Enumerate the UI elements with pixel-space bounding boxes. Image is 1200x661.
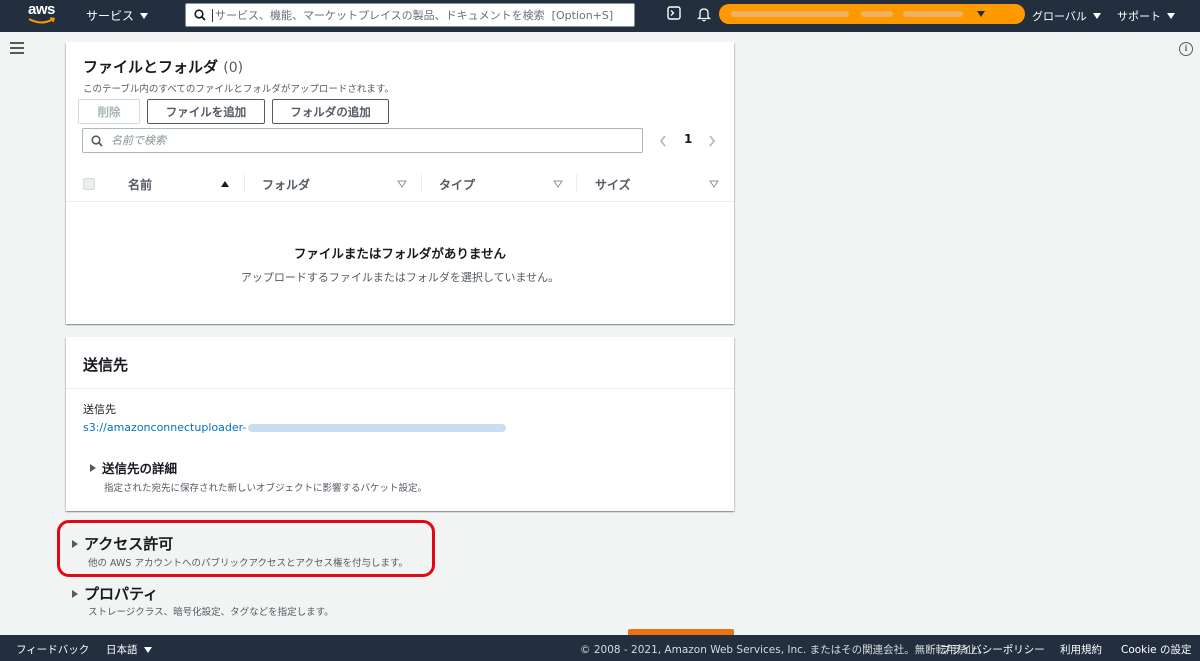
properties-description: ストレージクラス、暗号化設定、タグなどを指定します。 bbox=[88, 607, 334, 618]
search-icon bbox=[194, 9, 206, 21]
destination-details-label: 送信先の詳細 bbox=[102, 461, 178, 476]
column-divider bbox=[576, 174, 577, 192]
account-id-redacted bbox=[861, 11, 893, 17]
cloudshell-icon[interactable] bbox=[667, 6, 681, 20]
caret-right-icon bbox=[90, 463, 96, 472]
files-count: (0) bbox=[223, 60, 244, 76]
global-search[interactable] bbox=[185, 3, 635, 27]
bucket-id-redacted bbox=[248, 424, 507, 432]
services-menu-label: サービス bbox=[86, 9, 135, 23]
properties-expander[interactable]: プロパティ bbox=[72, 583, 158, 604]
destination-field-label: 送信先 bbox=[83, 403, 116, 416]
properties-title: プロパティ bbox=[84, 585, 159, 603]
destination-bucket-link-text: s3://amazonconnectuploader- bbox=[83, 421, 247, 434]
account-id-redacted bbox=[903, 11, 963, 17]
delete-button[interactable]: 削除 bbox=[78, 99, 140, 124]
top-navigation: aws サービス グローバル サポート bbox=[0, 0, 1200, 32]
column-header-folder[interactable]: フォルダ bbox=[262, 176, 310, 193]
sort-icon[interactable] bbox=[553, 180, 563, 188]
destination-title: 送信先 bbox=[83, 356, 129, 374]
terms-link[interactable]: 利用規約 bbox=[1060, 642, 1102, 657]
add-files-button[interactable]: ファイルを追加 bbox=[147, 99, 265, 124]
destination-header: 送信先 bbox=[66, 337, 734, 389]
account-menu[interactable] bbox=[719, 4, 1025, 24]
chevron-down-icon bbox=[143, 646, 152, 653]
search-icon bbox=[91, 134, 103, 147]
empty-state-description: アップロードするファイルまたはフォルダを選択していません。 bbox=[240, 271, 560, 284]
info-icon[interactable]: i bbox=[1179, 42, 1193, 56]
chevron-down-icon bbox=[140, 12, 149, 19]
files-panel-title-text: ファイルとフォルダ bbox=[83, 58, 219, 76]
sort-icon[interactable] bbox=[397, 180, 407, 188]
copyright-text: © 2008 - 2021, Amazon Web Services, Inc.… bbox=[580, 644, 989, 656]
region-menu-label: グローバル bbox=[1032, 10, 1087, 23]
add-folder-button[interactable]: フォルダの追加 bbox=[272, 99, 389, 124]
chevron-down-icon bbox=[1167, 13, 1175, 19]
footer: フィードバック 日本語 © 2008 - 2021, Amazon Web Se… bbox=[0, 635, 1200, 661]
account-name-redacted bbox=[731, 11, 849, 17]
caret-right-icon bbox=[72, 589, 78, 598]
sort-ascending-icon[interactable] bbox=[220, 180, 230, 188]
sort-icon[interactable] bbox=[709, 180, 719, 188]
global-search-input[interactable] bbox=[212, 8, 634, 22]
table-header: 名前 フォルダ タイプ サイズ bbox=[66, 166, 734, 202]
notification-bell-icon[interactable] bbox=[697, 6, 711, 22]
chevron-down-icon bbox=[1092, 13, 1101, 19]
page-number[interactable]: 1 bbox=[684, 132, 692, 146]
language-label: 日本語 bbox=[106, 644, 138, 656]
column-divider bbox=[244, 174, 245, 192]
cookie-settings-link[interactable]: Cookie の設定 bbox=[1121, 642, 1191, 657]
support-menu[interactable]: サポート bbox=[1117, 8, 1175, 24]
column-header-name[interactable]: 名前 bbox=[128, 176, 152, 193]
destination-bucket-link[interactable]: s3://amazonconnectuploader- bbox=[83, 421, 507, 434]
aws-logo[interactable]: aws bbox=[28, 2, 62, 28]
feedback-link[interactable]: フィードバック bbox=[16, 642, 89, 657]
column-divider bbox=[421, 174, 422, 192]
files-panel-title: ファイルとフォルダ (0) bbox=[83, 56, 243, 77]
region-menu[interactable]: グローバル bbox=[1032, 8, 1101, 24]
destination-details-description: 指定された宛先に保存された新しいオブジェクトに影響するバケット設定。 bbox=[104, 483, 428, 494]
filter-search[interactable] bbox=[82, 128, 643, 153]
language-selector[interactable]: 日本語 bbox=[106, 642, 152, 657]
services-menu[interactable]: サービス bbox=[86, 7, 149, 24]
destination-panel: 送信先 送信先 s3://amazonconnectuploader- 送信先の… bbox=[66, 337, 734, 511]
highlight-annotation bbox=[57, 520, 435, 577]
chevron-down-icon bbox=[977, 11, 985, 17]
privacy-policy-link[interactable]: プライバシーポリシー bbox=[940, 642, 1045, 657]
filter-search-input[interactable] bbox=[111, 134, 642, 147]
destination-details-expander[interactable]: 送信先の詳細 bbox=[90, 458, 177, 477]
chevron-left-icon[interactable] bbox=[658, 134, 668, 148]
chevron-right-icon[interactable] bbox=[707, 134, 717, 148]
aws-smile-icon bbox=[28, 17, 56, 24]
empty-state-title: ファイルまたはフォルダがありません bbox=[293, 246, 507, 261]
column-header-type[interactable]: タイプ bbox=[439, 176, 475, 193]
column-header-size[interactable]: サイズ bbox=[595, 176, 631, 193]
files-and-folders-panel: ファイルとフォルダ (0) このテーブル内のすべてのファイルとフォルダがアップロ… bbox=[66, 42, 734, 324]
support-menu-label: サポート bbox=[1117, 10, 1161, 23]
aws-logo-text: aws bbox=[28, 1, 55, 18]
select-all-checkbox[interactable] bbox=[83, 178, 95, 190]
hamburger-menu-icon[interactable] bbox=[10, 42, 24, 57]
files-panel-description: このテーブル内のすべてのファイルとフォルダがアップロードされます。 bbox=[83, 84, 394, 95]
